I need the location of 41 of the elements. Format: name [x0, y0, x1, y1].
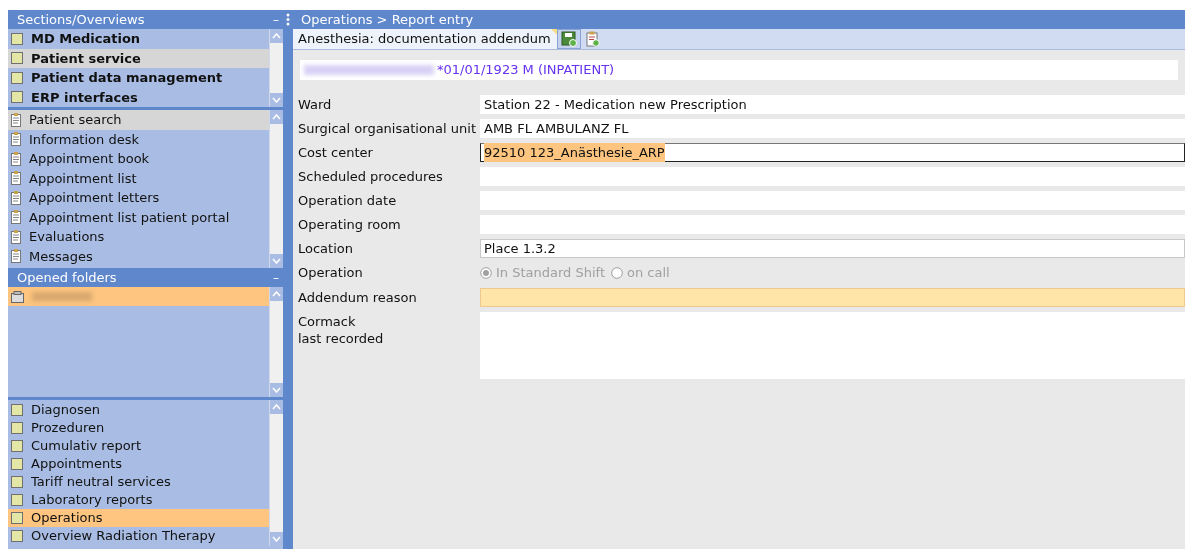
- input-field[interactable]: Station 22 - Medication new Prescription: [480, 95, 1185, 114]
- field-label: Location: [298, 240, 354, 257]
- nav-item[interactable]: Evaluations: [8, 227, 269, 247]
- field-label: Cost center: [298, 144, 374, 161]
- nav-item[interactable]: Appointment book: [8, 149, 269, 169]
- collapse-button[interactable]: –: [273, 271, 279, 284]
- patient-info: *01/01/1923 M (INPATIENT): [437, 61, 615, 80]
- nav-item[interactable]: Patient data management: [8, 68, 269, 88]
- field-label: Addendum reason: [298, 289, 418, 306]
- nav-item[interactable]: Diagnosen: [8, 401, 269, 419]
- nav-item[interactable]: Information desk: [8, 129, 269, 149]
- nav-item[interactable]: Prozeduren: [8, 419, 269, 437]
- input-field[interactable]: 92510 123_Anästhesie_ARP: [480, 143, 1185, 162]
- field-label: Surgical organisational unit: [298, 120, 477, 137]
- collapse-button[interactable]: –: [273, 13, 279, 26]
- nav-item[interactable]: Appointment letters: [8, 188, 269, 208]
- nav-item[interactable]: Overview Radiation Therapy: [8, 527, 269, 545]
- panel-title: Sections/Overviews: [17, 10, 145, 29]
- nav-item[interactable]: Laboratory reports: [8, 491, 269, 509]
- nav-item[interactable]: ERP interfaces: [8, 87, 269, 107]
- nav-item[interactable]: Messages: [8, 246, 269, 266]
- input-field[interactable]: AMB FL AMBULANZ FL: [480, 119, 1185, 138]
- breadcrumb: Operations > Report entry: [301, 10, 474, 29]
- nav-item[interactable]: Patient service: [8, 48, 269, 68]
- field-label: Operation date: [298, 192, 398, 209]
- nav-item[interactable]: Tariff neutral services: [8, 473, 269, 491]
- nav-item[interactable]: Appointment list patient portal: [8, 207, 269, 227]
- nav-item[interactable]: Appointment list: [8, 168, 269, 188]
- field-label: Operation: [298, 264, 364, 281]
- nav-item[interactable]: Patient search: [8, 110, 269, 130]
- field-label: Operating room: [298, 216, 402, 233]
- nav-item[interactable]: MD Medication: [8, 29, 269, 49]
- nav-item[interactable]: Cumulativ report: [8, 437, 269, 455]
- document-tab[interactable]: Anesthesia: documentation addendum: [293, 29, 557, 49]
- field-label: Scheduled procedures: [298, 168, 444, 185]
- panel-title: Opened folders: [17, 268, 117, 287]
- field-label: Ward: [298, 96, 333, 113]
- nav-item[interactable]: Appointments: [8, 455, 269, 473]
- field-label: Cormack last recorded: [298, 313, 385, 347]
- input-field[interactable]: Place 1.3.2: [480, 239, 1185, 258]
- nav-item[interactable]: Operations: [8, 509, 269, 527]
